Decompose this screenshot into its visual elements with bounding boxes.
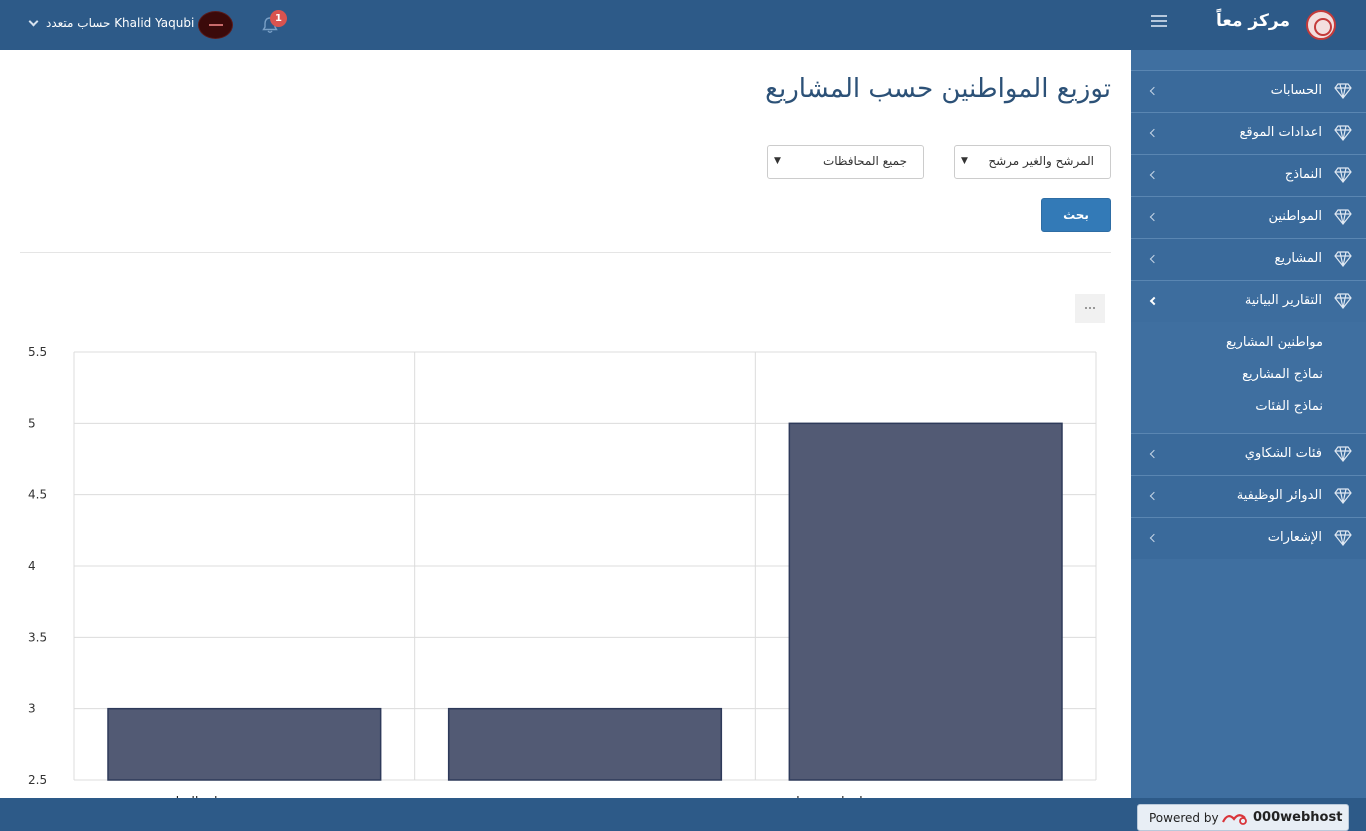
menu-toggle-icon[interactable] bbox=[1151, 15, 1167, 29]
footer: 2019 Powered by 000webhost bbox=[0, 798, 1366, 831]
sidebar-item-citizens[interactable]: المواطنين bbox=[1131, 196, 1366, 238]
notification-badge: 1 bbox=[270, 10, 287, 27]
chevron-down-icon bbox=[1149, 296, 1159, 306]
y-tick-label: 2.5 bbox=[28, 773, 47, 787]
y-tick-label: 4 bbox=[28, 559, 36, 573]
diamond-icon bbox=[1334, 251, 1352, 267]
sidebar-subitem-project-forms[interactable]: نماذج المشاريع bbox=[1242, 367, 1323, 382]
chevron-left-icon bbox=[1149, 254, 1159, 264]
sidebar-item-label: اعدادات الموقع bbox=[1239, 125, 1322, 140]
select-value: جميع المحافظات bbox=[822, 154, 907, 168]
sidebar-item-notifications[interactable]: الإشعارات bbox=[1131, 517, 1366, 559]
y-tick-label: 5.5 bbox=[28, 345, 47, 359]
sidebar-item-label: الحسابات bbox=[1270, 83, 1322, 98]
webhost-badge[interactable]: Powered by 000webhost bbox=[1137, 804, 1349, 831]
sidebar-item-site-settings[interactable]: اعدادات الموقع bbox=[1131, 112, 1366, 154]
chevron-left-icon bbox=[1149, 533, 1159, 543]
user-menu-label[interactable]: حساب متعدد Khalid Yaqubi bbox=[46, 16, 194, 30]
y-tick-label: 4.5 bbox=[28, 488, 47, 502]
y-axis-ticks: 5.5 5 4.5 4 3.5 3 2.5 bbox=[28, 345, 47, 787]
bar bbox=[447, 707, 723, 781]
sidebar: الحسابات اعدادات الموقع النماذج المواطني… bbox=[1131, 50, 1366, 798]
sidebar-item-label: الدوائر الوظيفية bbox=[1236, 488, 1322, 503]
sidebar-item-forms[interactable]: النماذج bbox=[1131, 154, 1366, 196]
chevron-left-icon bbox=[1149, 170, 1159, 180]
sidebar-item-label: النماذج bbox=[1284, 167, 1322, 182]
brand-logo[interactable] bbox=[1306, 10, 1336, 40]
sidebar-item-label: التقارير البيانية bbox=[1244, 293, 1322, 308]
brand-title[interactable]: مركز معاً bbox=[1216, 11, 1290, 31]
diamond-icon bbox=[1334, 209, 1352, 225]
sidebar-item-projects[interactable]: المشاريع bbox=[1131, 238, 1366, 280]
chevron-left-icon bbox=[1149, 86, 1159, 96]
chevron-left-icon bbox=[1149, 128, 1159, 138]
diamond-icon bbox=[1334, 446, 1352, 462]
sidebar-item-charts[interactable]: التقارير البيانية bbox=[1131, 280, 1366, 322]
webhost-brand: 000webhost bbox=[1253, 810, 1343, 825]
search-button[interactable]: بحث bbox=[1041, 198, 1111, 232]
y-tick-label: 3.5 bbox=[28, 630, 47, 644]
governorate-filter-select[interactable]: جميع المحافظات ▼ bbox=[767, 145, 924, 179]
diamond-icon bbox=[1334, 488, 1352, 504]
diamond-icon bbox=[1334, 83, 1352, 99]
avatar[interactable] bbox=[198, 11, 233, 39]
top-bar: مركز معاً 1 حساب متعدد Khalid Yaqubi bbox=[0, 0, 1366, 50]
sidebar-subitem-project-citizens[interactable]: مواطنين المشاريع bbox=[1226, 335, 1323, 350]
diamond-icon bbox=[1334, 167, 1352, 183]
powered-by-label: Powered by bbox=[1149, 811, 1219, 825]
diamond-icon bbox=[1334, 530, 1352, 546]
divider bbox=[20, 252, 1111, 253]
y-tick-label: 5 bbox=[28, 416, 36, 430]
sidebar-item-label: فئات الشكاوي bbox=[1244, 446, 1322, 461]
diamond-icon bbox=[1334, 125, 1352, 141]
sidebar-item-complaint-categories[interactable]: فئات الشكاوي bbox=[1131, 433, 1366, 475]
page-title: توزيع المواطنين حسب المشاريع bbox=[765, 74, 1111, 104]
sidebar-item-label: المشاريع bbox=[1274, 251, 1322, 266]
sidebar-item-label: الإشعارات bbox=[1267, 530, 1322, 545]
chevron-left-icon bbox=[1149, 491, 1159, 501]
y-tick-label: 3 bbox=[28, 702, 36, 716]
sidebar-subitem-category-forms[interactable]: نماذج الفئات bbox=[1255, 399, 1323, 414]
sidebar-item-departments[interactable]: الدوائر الوظيفية bbox=[1131, 475, 1366, 517]
sidebar-item-label: المواطنين bbox=[1268, 209, 1322, 224]
webhost-logo-icon bbox=[1222, 814, 1247, 825]
select-value: المرشح والغير مرشح bbox=[988, 154, 1094, 168]
chevron-down-icon[interactable] bbox=[28, 16, 39, 27]
sidebar-item-accounts[interactable]: الحسابات bbox=[1131, 70, 1366, 112]
chevron-left-icon bbox=[1149, 212, 1159, 222]
candidate-filter-select[interactable]: المرشح والغير مرشح ▼ bbox=[954, 145, 1111, 179]
bar bbox=[107, 707, 382, 781]
caret-down-icon: ▼ bbox=[961, 156, 968, 166]
caret-down-icon: ▼ bbox=[774, 156, 781, 166]
bar bbox=[788, 422, 1063, 781]
bar-chart: 5.554.543.532.5 تحلية المياهتوفير لكل مو… bbox=[25, 345, 1097, 813]
chevron-left-icon bbox=[1149, 449, 1159, 459]
diamond-icon bbox=[1334, 293, 1352, 309]
main-content: توزيع المواطنين حسب المشاريع المرشح والغ… bbox=[0, 50, 1131, 813]
chart-bars bbox=[107, 422, 1063, 781]
